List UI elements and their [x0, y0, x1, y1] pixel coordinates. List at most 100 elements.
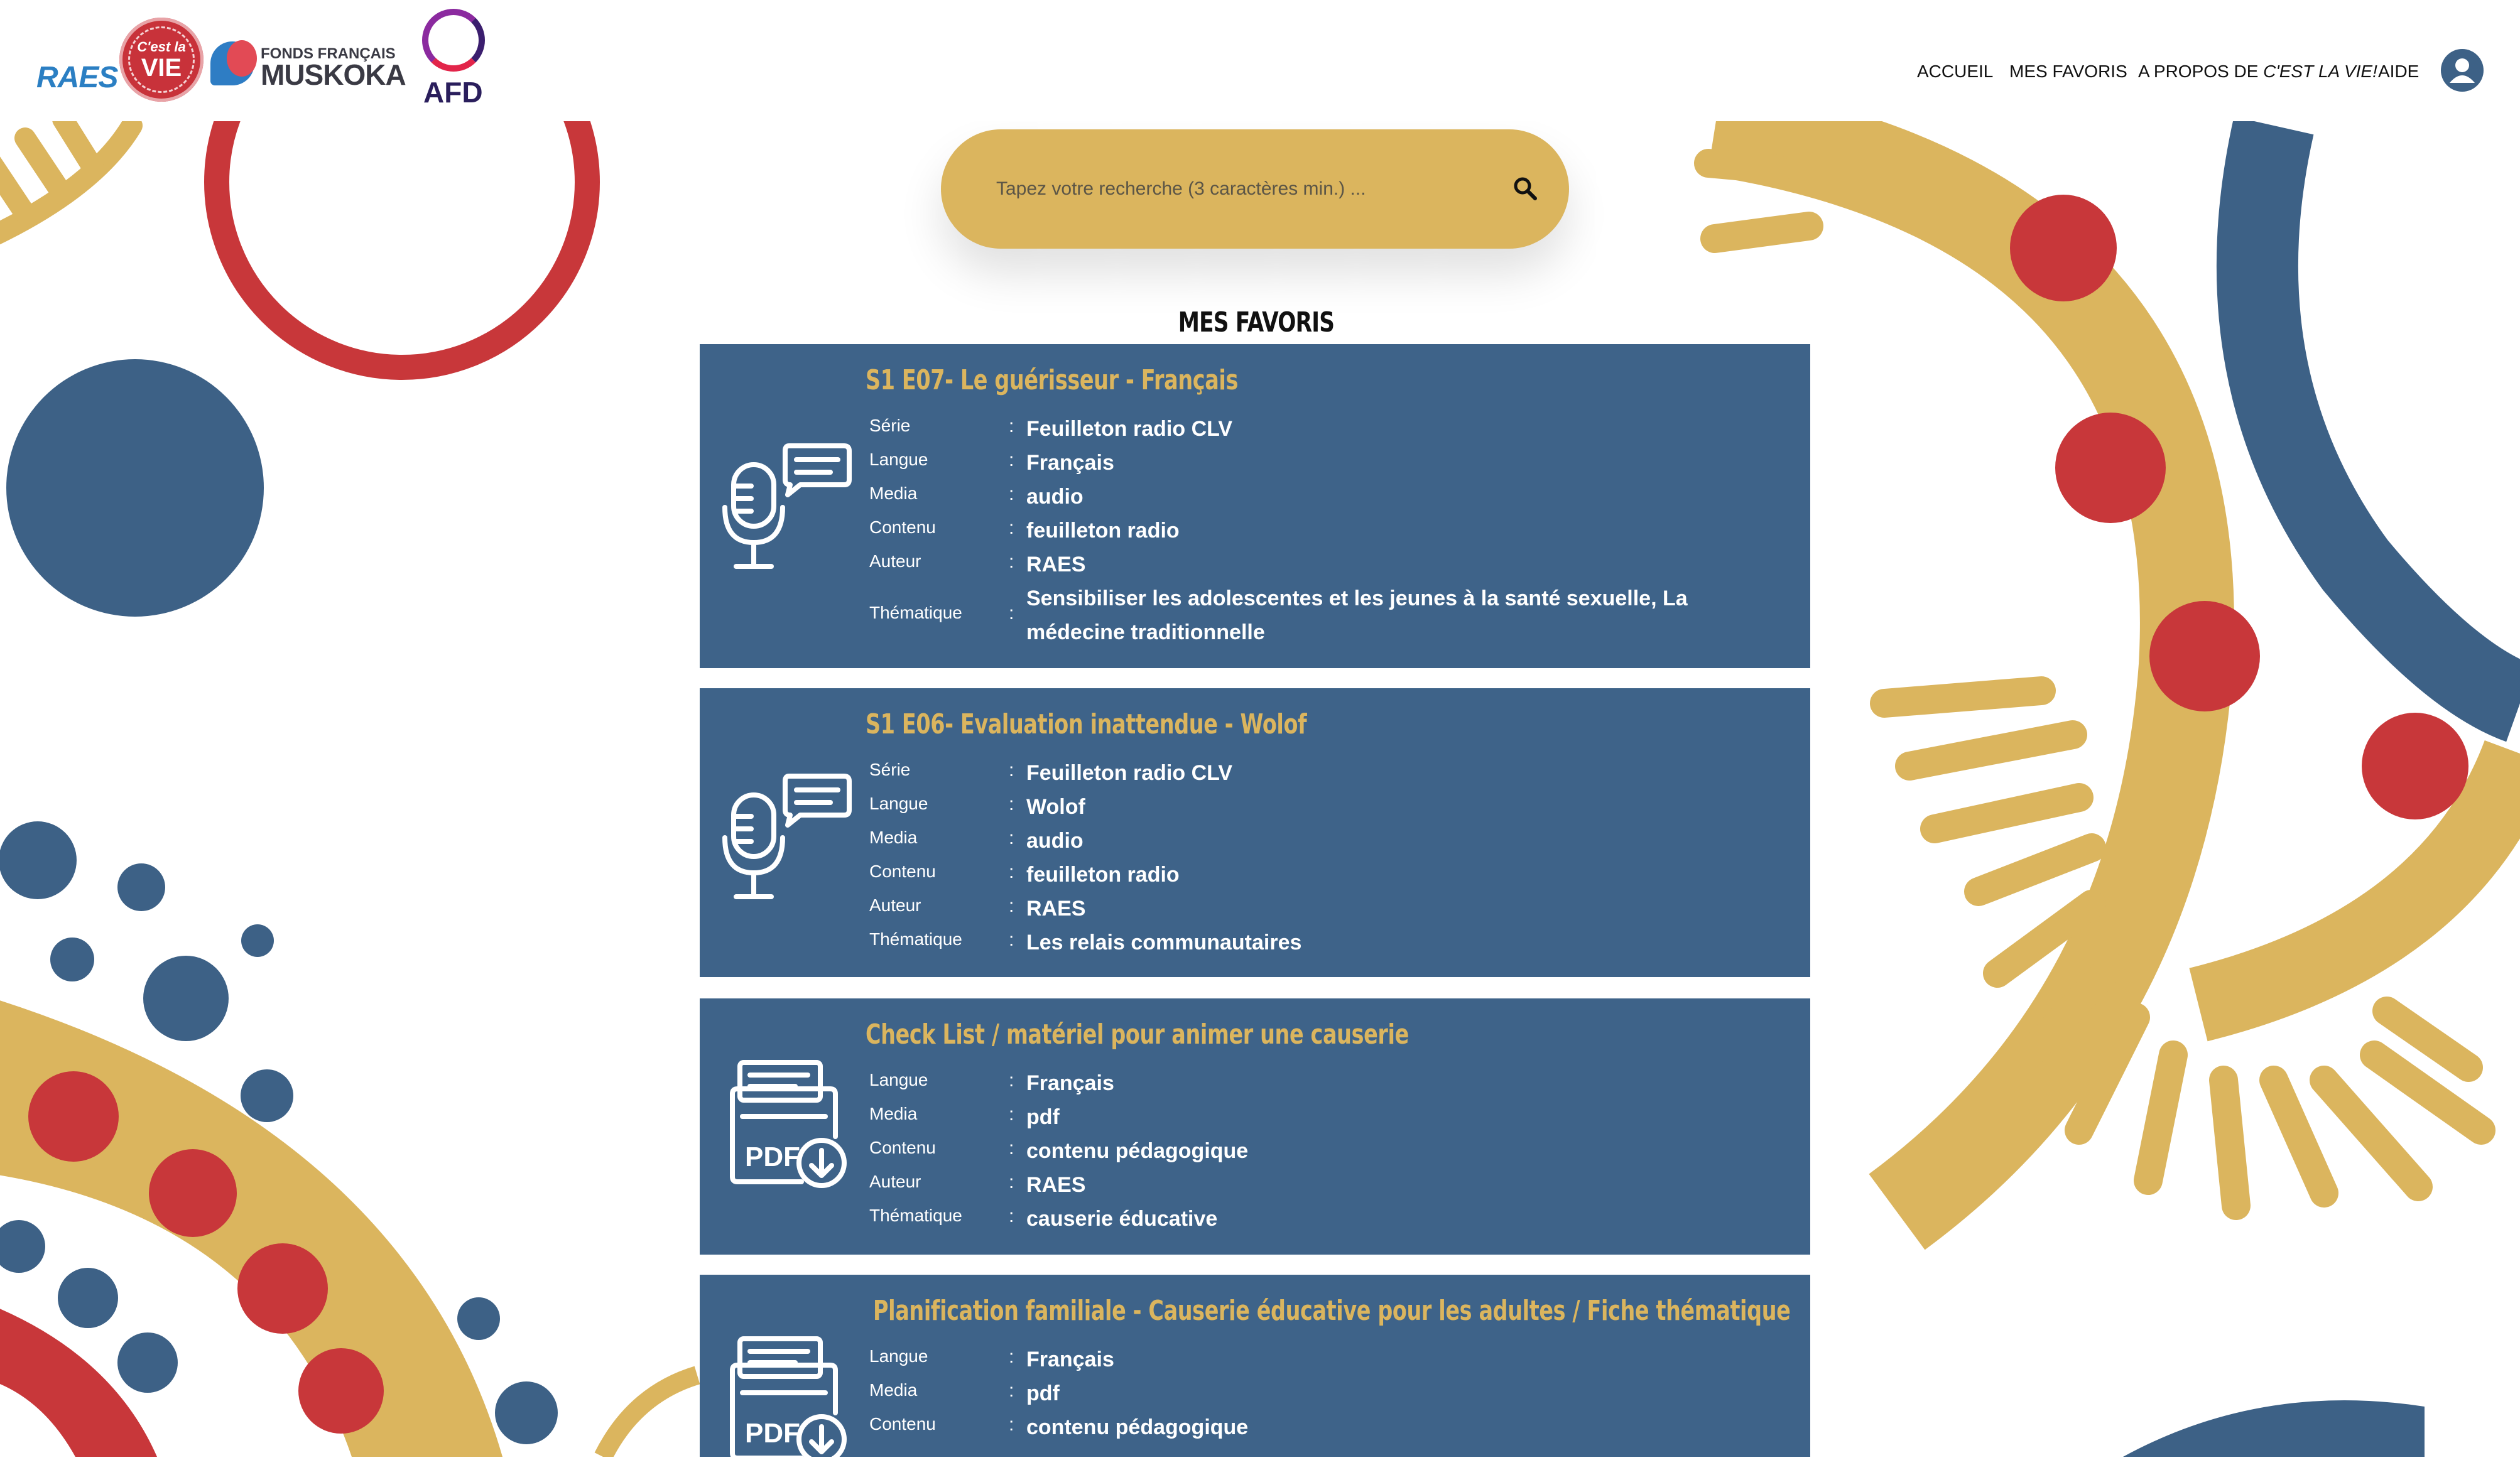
meta-value: RAES: [1026, 897, 1086, 921]
favorite-card[interactable]: S1 E07- Le guérisseur - Français Série :…: [700, 344, 1810, 668]
meta-label: Auteur: [869, 895, 921, 915]
meta-label: Série: [869, 760, 911, 779]
meta-separator: :: [1009, 551, 1014, 572]
meta-label: Langue: [869, 450, 928, 469]
meta-row-serie: Série : Feuilleton radio CLV: [869, 413, 1786, 447]
meta-separator: :: [1009, 1138, 1014, 1159]
nav-accueil[interactable]: ACCUEIL: [1917, 62, 1993, 82]
meta-separator: :: [1009, 416, 1014, 436]
meta-label: Contenu: [869, 862, 936, 881]
meta-label: Thématique: [869, 1206, 962, 1225]
pdf-download-icon: PDF: [720, 1335, 852, 1467]
meta-separator: :: [1009, 1380, 1014, 1401]
card-title[interactable]: Check List / matériel pour animer une ca…: [866, 1019, 1409, 1051]
card-title[interactable]: S1 E06- Evaluation inattendue - Wolof: [866, 708, 1307, 740]
meta-label: Thématique: [869, 603, 962, 622]
afd-logo[interactable]: AFD: [415, 8, 496, 114]
meta-label: Contenu: [869, 1414, 936, 1434]
meta-value: Français: [1026, 451, 1114, 475]
meta-separator: :: [1009, 929, 1014, 950]
meta-separator: :: [1009, 1346, 1014, 1367]
favorite-card[interactable]: S1 E06- Evaluation inattendue - Wolof Sé…: [700, 688, 1810, 977]
afd-ring: [422, 9, 485, 72]
meta-separator: :: [1009, 1070, 1014, 1091]
meta-separator: :: [1009, 895, 1014, 916]
meta-value: Feuilleton radio CLV: [1026, 761, 1233, 785]
meta-separator: :: [1009, 794, 1014, 814]
meta-separator: :: [1009, 1206, 1014, 1226]
meta-row-media: Media : audio: [869, 481, 1786, 515]
meta-row-auteur: Auteur : RAES: [869, 549, 1786, 583]
meta-label: Contenu: [869, 517, 936, 537]
meta-label: Contenu: [869, 1138, 936, 1157]
meta-row-contenu: Contenu : feuilleton radio: [869, 859, 1786, 893]
meta-row-media: Media : audio: [869, 825, 1786, 859]
pdf-label-glyph: PDF: [745, 1142, 800, 1172]
meta-value: contenu pédagogique: [1026, 1139, 1249, 1163]
microphone-chat-icon: [720, 771, 852, 903]
pdf-label-glyph: PDF: [745, 1418, 800, 1449]
meta-value: pdf: [1026, 1381, 1060, 1405]
meta-row-contenu: Contenu : contenu pédagogique: [869, 1412, 1786, 1446]
meta-separator: :: [1009, 760, 1014, 781]
meta-row-langue: Langue : Français: [869, 1067, 1786, 1101]
meta-value: RAES: [1026, 1173, 1086, 1197]
meta-row-auteur: Auteur : RAES: [869, 1169, 1786, 1203]
meta-value: Français: [1026, 1071, 1114, 1095]
meta-separator: :: [1009, 450, 1014, 470]
user-account-icon[interactable]: [2441, 49, 2484, 92]
meta-value: causerie éducative: [1026, 1207, 1218, 1231]
meta-separator: :: [1009, 862, 1014, 882]
meta-value: audio: [1026, 829, 1083, 853]
cest-la-vie-logo[interactable]: C'est la VIE: [119, 18, 204, 102]
nav-a-propos[interactable]: A PROPOS DE C'EST LA VIE!: [2138, 62, 2377, 82]
logo-text-line1: C'est la: [137, 39, 186, 55]
meta-separator: :: [1009, 603, 1014, 624]
meta-separator: :: [1009, 484, 1014, 504]
meta-row-thematique: Thématique : Les relais communautaires: [869, 927, 1786, 961]
favorite-card[interactable]: PDF Check List / matériel pour animer un…: [700, 998, 1810, 1255]
meta-value: Les relais communautaires: [1026, 931, 1302, 954]
meta-separator: :: [1009, 1172, 1014, 1192]
pdf-download-icon: PDF: [720, 1059, 852, 1191]
meta-value: pdf: [1026, 1105, 1060, 1129]
meta-separator: :: [1009, 517, 1014, 538]
nav-a-propos-brand: C'EST LA VIE!: [2263, 62, 2377, 81]
muskoka-line2: MUSKOKA: [261, 58, 406, 91]
meta-label: Langue: [869, 1346, 928, 1366]
muskoka-logo[interactable]: FONDS FRANÇAIS MUSKOKA: [210, 35, 424, 92]
meta-label: Auteur: [869, 551, 921, 571]
nav-aide[interactable]: AIDE: [2378, 62, 2419, 82]
meta-label: Media: [869, 1380, 918, 1400]
meta-value: feuilleton radio: [1026, 519, 1180, 543]
microphone-chat-icon: [720, 441, 852, 573]
meta-value: Feuilleton radio CLV: [1026, 417, 1233, 441]
meta-value: audio: [1026, 485, 1083, 509]
meta-row-media: Media : pdf: [869, 1101, 1786, 1135]
meta-row-auteur: Auteur : RAES: [869, 893, 1786, 927]
page-title: MES FAVORIS: [1178, 306, 1335, 338]
meta-label: Media: [869, 1104, 918, 1123]
search-input[interactable]: [995, 168, 1487, 210]
search-bar: [941, 129, 1569, 249]
meta-separator: :: [1009, 1414, 1014, 1435]
card-title[interactable]: Planification familiale - Causerie éduca…: [873, 1295, 1791, 1327]
meta-value: RAES: [1026, 553, 1086, 576]
card-title[interactable]: S1 E07- Le guérisseur - Français: [866, 364, 1238, 396]
meta-value: contenu pédagogique: [1026, 1415, 1249, 1439]
meta-label: Thématique: [869, 929, 962, 949]
meta-separator: :: [1009, 1104, 1014, 1125]
raes-logo[interactable]: RAES: [36, 33, 118, 95]
muskoka-drop-shape-red: [227, 40, 257, 77]
search-icon[interactable]: [1510, 173, 1541, 205]
favorite-card[interactable]: PDF Planification familiale - Causerie é…: [700, 1275, 1810, 1464]
meta-row-contenu: Contenu : contenu pédagogique: [869, 1135, 1786, 1169]
meta-row-thematique: Thématique : Sensibiliser les adolescent…: [869, 583, 1786, 651]
nav-mes-favoris[interactable]: MES FAVORIS: [2009, 62, 2127, 82]
meta-value: feuilleton radio: [1026, 863, 1180, 887]
meta-row-serie: Série : Feuilleton radio CLV: [869, 757, 1786, 791]
site-header: RAES C'est la VIE FONDS FRANÇAIS MUSKOKA…: [0, 0, 2520, 121]
raes-logo-text: RAES: [36, 61, 118, 94]
meta-value: Français: [1026, 1348, 1114, 1371]
logo-text-line2: VIE: [141, 54, 182, 82]
